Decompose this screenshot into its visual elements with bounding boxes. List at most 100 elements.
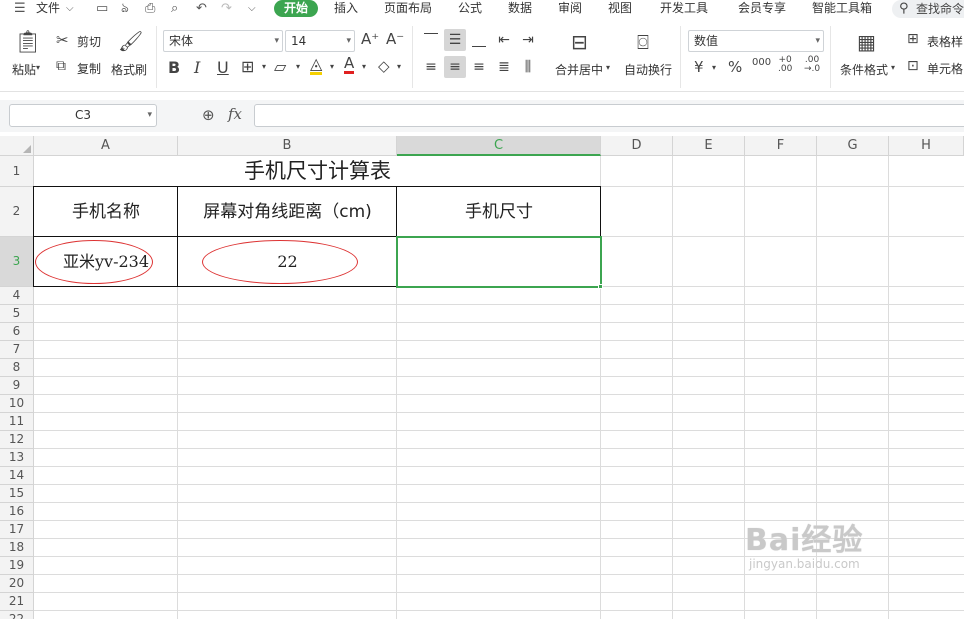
header-cell-a[interactable]: 手机名称	[34, 187, 178, 237]
header-cell-b[interactable]: 屏幕对角线距离（cm)	[178, 187, 397, 237]
tab-home[interactable]: 开始	[274, 0, 319, 17]
table-style-icon[interactable]: ⊞	[907, 31, 919, 47]
distributed-align-icon[interactable]: ⫼	[517, 56, 539, 78]
row-header-4[interactable]: 4	[0, 287, 34, 305]
fill-color-icon[interactable]: ◬	[310, 56, 323, 75]
hamburger-menu-icon[interactable]: ☰	[14, 0, 26, 17]
tab-smart-toolbox[interactable]: 智能工具箱	[812, 0, 872, 17]
chevron-down-icon[interactable]: ▾	[712, 63, 716, 72]
paste-icon[interactable]: 📋︎	[14, 30, 42, 56]
percent-icon[interactable]: %	[728, 58, 742, 76]
format-painter-button[interactable]: 格式刷	[111, 61, 147, 78]
column-header-c[interactable]: C	[397, 136, 601, 156]
merge-center-icon[interactable]: ⊟	[571, 30, 588, 54]
row-header-9[interactable]: 9	[0, 377, 34, 395]
format-painter-icon[interactable]: 🖌︎	[118, 29, 143, 53]
column-header-g[interactable]: G	[817, 136, 889, 156]
row-header-20[interactable]: 20	[0, 575, 34, 593]
chevron-down-icon[interactable]: ▾	[330, 62, 334, 71]
chevron-down-icon[interactable]: ⌵	[66, 0, 74, 17]
tab-formulas[interactable]: 公式	[458, 0, 482, 17]
bold-icon[interactable]: B	[168, 58, 180, 77]
customize-quick-access-icon[interactable]: ⌵	[248, 0, 256, 17]
decrease-decimal-icon[interactable]: .00 →.0	[804, 56, 820, 74]
row-header-5[interactable]: 5	[0, 305, 34, 323]
chevron-down-icon[interactable]: ▾	[362, 62, 366, 71]
cut-icon[interactable]: ✂	[56, 31, 69, 49]
sheet-title-cell[interactable]: 手机尺寸计算表	[34, 156, 601, 187]
increase-font-size-icon[interactable]: A⁺	[361, 30, 379, 48]
conditional-format-icon[interactable]: ▦	[857, 30, 876, 54]
cell-style-icon[interactable]: ⊡	[907, 58, 919, 74]
row-header-13[interactable]: 13	[0, 449, 34, 467]
column-header-d[interactable]: D	[601, 136, 673, 156]
clear-format-icon[interactable]: ◇	[378, 57, 390, 75]
name-box[interactable]: C3 ▾	[9, 104, 157, 127]
cut-button[interactable]: 剪切	[77, 33, 101, 50]
row-header-11[interactable]: 11	[0, 413, 34, 431]
column-header-e[interactable]: E	[673, 136, 745, 156]
align-middle-icon[interactable]: ☰	[444, 29, 466, 51]
column-header-h[interactable]: H	[889, 136, 964, 156]
align-bottom-icon[interactable]: ⎽	[468, 29, 490, 51]
paste-button[interactable]: 粘贴	[12, 61, 36, 78]
format-painter-quick-icon[interactable]: ঌ	[121, 0, 129, 17]
chevron-down-icon[interactable]: ▾	[891, 63, 895, 72]
row-header-12[interactable]: 12	[0, 431, 34, 449]
select-all-corner[interactable]	[0, 136, 34, 156]
wrap-text-icon[interactable]: ⌼	[637, 30, 649, 54]
tab-page-layout[interactable]: 页面布局	[384, 0, 432, 17]
align-left-icon[interactable]: ≡	[420, 56, 442, 78]
thousands-separator-icon[interactable]: 000	[752, 58, 771, 68]
column-header-b[interactable]: B	[178, 136, 397, 156]
chevron-down-icon[interactable]: ▾	[262, 62, 266, 71]
column-header-a[interactable]: A	[34, 136, 178, 156]
row-header-21[interactable]: 21	[0, 593, 34, 611]
tab-insert[interactable]: 插入	[334, 0, 358, 17]
paste-dropdown-icon[interactable]: ▾	[36, 63, 40, 72]
row-header-10[interactable]: 10	[0, 395, 34, 413]
number-format-select[interactable]: 数值 ▾	[688, 30, 824, 52]
increase-indent-icon[interactable]: ⇥	[517, 29, 539, 51]
fill-pattern-icon[interactable]: ▱	[274, 57, 286, 76]
border-icon[interactable]: ⊞	[241, 57, 254, 76]
row-header-17[interactable]: 17	[0, 521, 34, 539]
header-cell-c[interactable]: 手机尺寸	[397, 187, 601, 237]
row-header-19[interactable]: 19	[0, 557, 34, 575]
chevron-down-icon[interactable]: ▾	[397, 62, 401, 71]
tab-review[interactable]: 审阅	[558, 0, 582, 17]
row-header-1[interactable]: 1	[0, 156, 34, 187]
copy-button[interactable]: 复制	[77, 60, 101, 77]
justify-icon[interactable]: ≣	[493, 56, 515, 78]
redo-icon[interactable]: ↷	[221, 0, 232, 17]
align-top-icon[interactable]: ⎺	[420, 29, 442, 51]
conditional-format-button[interactable]: 条件格式	[840, 61, 888, 78]
currency-icon[interactable]: ¥	[694, 58, 704, 76]
copy-icon[interactable]: ⧉	[56, 58, 66, 74]
row-header-6[interactable]: 6	[0, 323, 34, 341]
formula-input[interactable]	[254, 104, 964, 127]
wrap-text-button[interactable]: 自动换行	[624, 61, 672, 78]
undo-icon[interactable]: ↶	[196, 0, 207, 17]
column-header-f[interactable]: F	[745, 136, 817, 156]
row-header-2[interactable]: 2	[0, 187, 34, 237]
font-name-select[interactable]: 宋体 ▾	[163, 30, 283, 52]
tab-member[interactable]: 会员专享	[738, 0, 786, 17]
print-icon[interactable]: ⎙	[145, 0, 155, 17]
row-header-7[interactable]: 7	[0, 341, 34, 359]
row-header-22[interactable]: 22	[0, 611, 34, 619]
function-icon[interactable]: fx	[228, 105, 242, 123]
tab-data[interactable]: 数据	[508, 0, 532, 17]
decrease-indent-icon[interactable]: ⇤	[493, 29, 515, 51]
file-menu[interactable]: 文件	[36, 0, 60, 17]
tab-view[interactable]: 视图	[608, 0, 632, 17]
underline-icon[interactable]: U	[217, 58, 229, 77]
zoom-formula-icon[interactable]: ⊕	[202, 106, 215, 124]
row-header-16[interactable]: 16	[0, 503, 34, 521]
row-header-15[interactable]: 15	[0, 485, 34, 503]
tab-developer[interactable]: 开发工具	[660, 0, 708, 17]
align-center-icon[interactable]: ≡	[444, 56, 466, 78]
table-style-button[interactable]: 表格样	[927, 33, 963, 50]
print-preview-icon[interactable]: ⌕	[171, 0, 178, 17]
row-header-18[interactable]: 18	[0, 539, 34, 557]
